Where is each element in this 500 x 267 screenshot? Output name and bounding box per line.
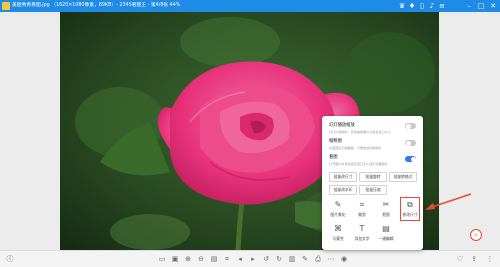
slideshow-zoom-toggle[interactable]: [405, 123, 416, 129]
mic-icon[interactable]: ♪: [428, 2, 436, 10]
crop-tool[interactable]: ⌗ 裁剪: [352, 200, 372, 220]
tool-label: 一键编辑: [378, 236, 394, 241]
quick-menu: 幻灯播放缩放 幻灯片放映时，自动缩放图片以适合窗口大小 缩略图 在底部显示缩略图…: [322, 116, 423, 250]
window-controls: – □ ✕: [464, 1, 498, 11]
badge-icon[interactable]: ◎: [470, 229, 482, 241]
rotate-left-icon[interactable]: ↺: [262, 255, 270, 263]
fit-window-icon[interactable]: ▭: [158, 255, 166, 263]
vip-icon[interactable]: ♛: [398, 2, 406, 10]
tool-label: 裁剪: [358, 212, 366, 217]
tool-label: 图片美化: [330, 212, 346, 217]
one-click-edit-tool[interactable]: ▤ 一键编辑: [376, 224, 396, 244]
delete-icon[interactable]: ▥: [288, 255, 296, 263]
more-icon[interactable]: ⋯: [327, 255, 335, 263]
heart-icon[interactable]: ♡: [456, 255, 464, 263]
edit-icon[interactable]: ✎: [301, 255, 309, 263]
title-bar: 美图秀秀看图.jpg （1620×1080像素，89KB）- 2345看图王 -…: [0, 0, 500, 12]
maximize-icon[interactable]: □: [476, 1, 486, 11]
scissors-icon: ✂: [382, 200, 390, 209]
zoom-in-icon[interactable]: ⊕: [184, 255, 192, 263]
print-icon[interactable]: ⎙: [314, 255, 322, 263]
gift-icon[interactable]: ♦: [408, 2, 416, 10]
pointer-arrow: [425, 193, 472, 210]
cutout-tool[interactable]: ✂ 抠图: [376, 200, 396, 220]
phone-icon[interactable]: ▯: [418, 2, 426, 10]
tool-label: 马赛克: [332, 236, 344, 241]
add-text-tool[interactable]: T 添加文字: [352, 224, 372, 244]
app-icon: [2, 2, 10, 10]
settings-icon[interactable]: ⋮: [486, 255, 494, 263]
close-icon[interactable]: ✕: [488, 1, 498, 11]
option-desc: 幻灯片放映时，自动缩放图片以适合窗口大小: [329, 130, 391, 134]
menu-icon[interactable]: ◉: [340, 255, 348, 263]
next-icon[interactable]: ▸: [249, 255, 257, 263]
fit-view-toggle[interactable]: [405, 156, 416, 162]
text-icon: T: [359, 224, 365, 233]
toggle-option-2: 缩略图 在底部显示缩略图，方便快速切换图片: [329, 138, 382, 150]
beautify-icon: ✎: [334, 200, 342, 209]
tool-label: 抠图: [382, 212, 390, 217]
bottom-toolbar: ⓘ ▭ ▣ ⊕ ⊖ ▤ ⌗ ◂ ▸ ↺ ↻ ▥ ✎ ⎙ ⋯ ◉ ♡ ⇪ ⋮: [0, 250, 500, 267]
prev-icon[interactable]: ◂: [236, 255, 244, 263]
window-title: 美图秀秀看图.jpg （1620×1080像素，89KB）- 2345看图王 -…: [12, 3, 181, 8]
highlight-box: [400, 197, 420, 221]
zoom-out-icon[interactable]: ⊖: [197, 255, 205, 263]
option-title: 缩略图: [329, 139, 342, 144]
option-desc: 打开图片时自动适应窗口大小显示完整图片: [329, 162, 388, 166]
image-icon[interactable]: ▤: [210, 255, 218, 263]
info-icon[interactable]: ⓘ: [6, 255, 14, 263]
mosaic-icon: ⌘: [334, 224, 342, 233]
tool-label: 添加文字: [354, 236, 370, 241]
option-title: 幻灯播放缩放: [329, 123, 355, 128]
edit-icon: ▤: [382, 224, 390, 233]
batch-watermark-button[interactable]: 批量改水印: [329, 185, 357, 195]
option-desc: 在底部显示缩略图，方便快速切换图片: [329, 146, 382, 150]
batch-convert-button[interactable]: 批量转格式: [389, 172, 417, 182]
beautify-tool[interactable]: ✎ 图片美化: [328, 200, 348, 220]
option-title: 看图: [329, 155, 338, 160]
share-icon[interactable]: ⇪: [470, 255, 478, 263]
batch-rotate-button[interactable]: 批量旋转: [359, 172, 387, 182]
thumbnail-toggle[interactable]: [405, 140, 416, 146]
rotate-right-icon[interactable]: ↻: [275, 255, 283, 263]
minimize-icon[interactable]: –: [464, 1, 474, 11]
crop-icon[interactable]: ⌗: [223, 255, 231, 263]
toggle-option-3: 看图 打开图片时自动适应窗口大小显示完整图片: [329, 154, 388, 166]
batch-compress-button[interactable]: 批量压缩: [359, 185, 387, 195]
actual-size-icon[interactable]: ▣: [171, 255, 179, 263]
toggle-option-1: 幻灯播放缩放 幻灯片放映时，自动缩放图片以适合窗口大小: [329, 122, 391, 134]
mosaic-tool[interactable]: ⌘ 马赛克: [328, 224, 348, 244]
crop-icon: ⌗: [359, 200, 365, 209]
settings-icon[interactable]: ≡: [438, 2, 446, 10]
batch-resize-button[interactable]: 批量改尺寸: [329, 172, 357, 182]
